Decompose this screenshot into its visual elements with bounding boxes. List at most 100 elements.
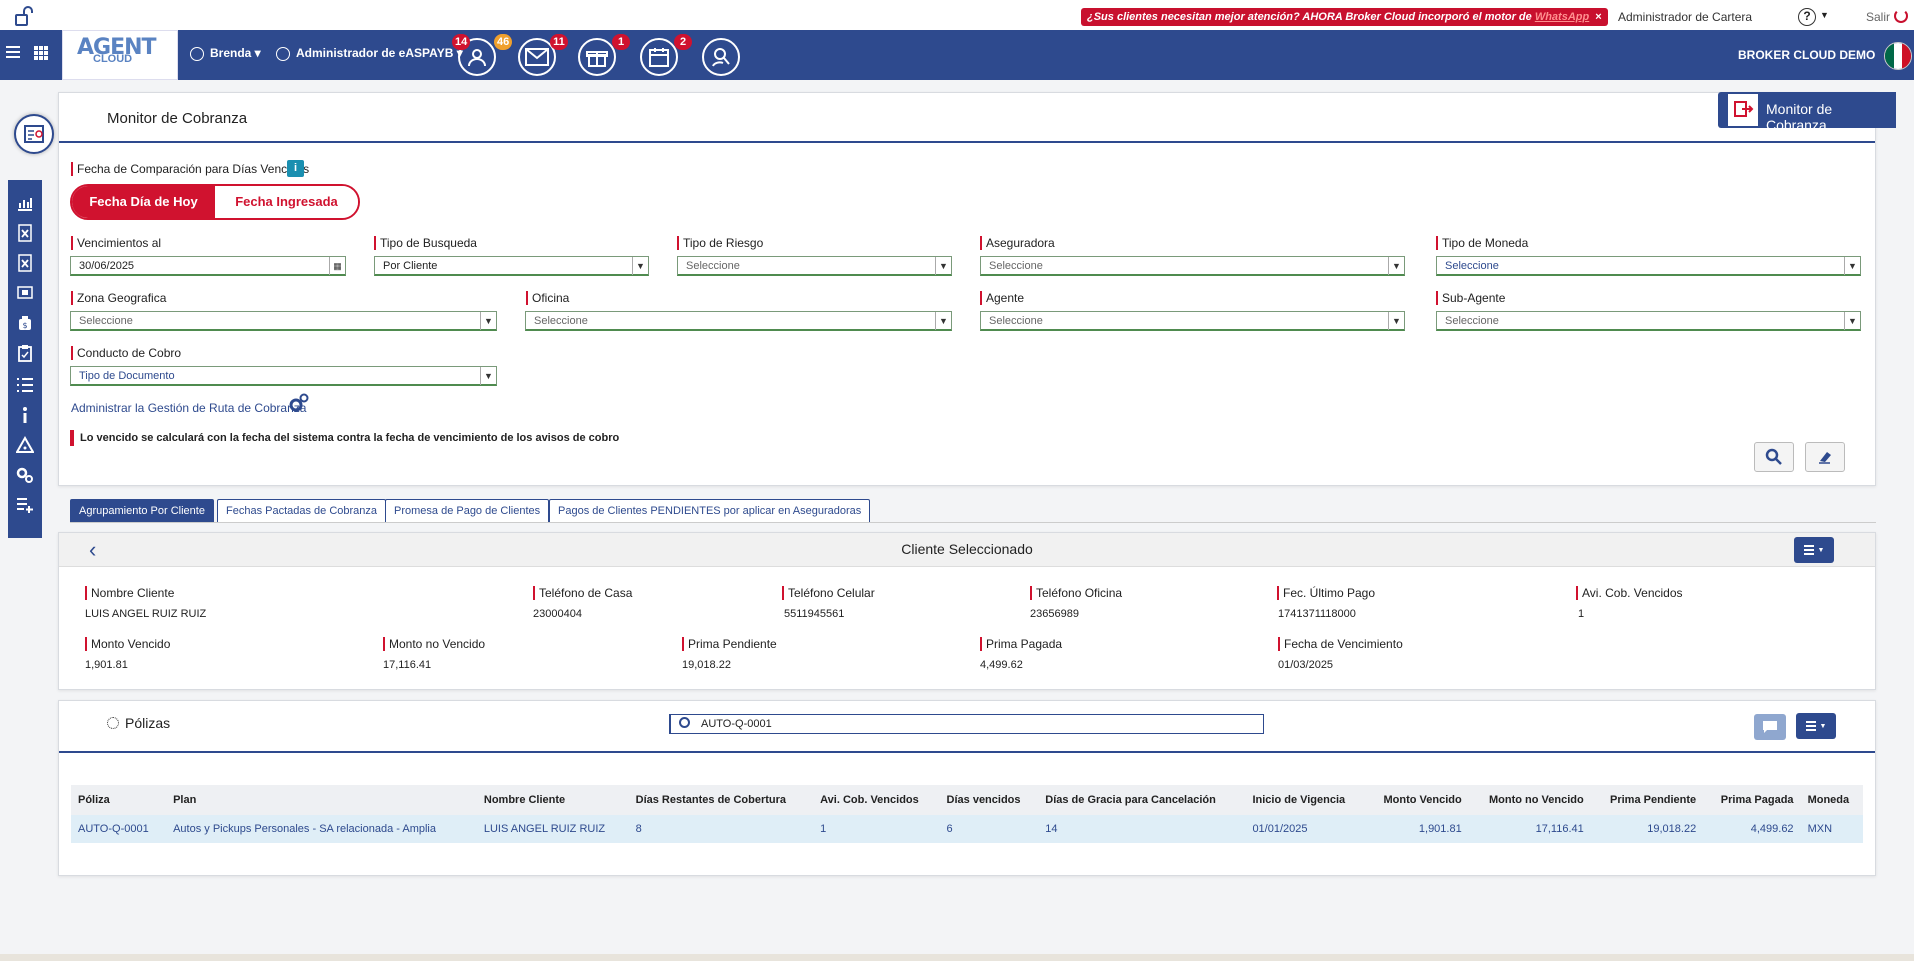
date-mode-toggle[interactable]: Fecha Día de Hoy Fecha Ingresada: [70, 184, 360, 220]
calendar-icon: [649, 48, 669, 67]
add-list-icon[interactable]: [16, 496, 34, 514]
search-icon: [679, 717, 690, 728]
col-paid-premium[interactable]: Prima Pagada: [1703, 785, 1801, 815]
selected-client-panel: ‹ Cliente Seleccionado ▼: [58, 532, 1876, 690]
tabs-divider: [70, 522, 1876, 523]
col-policy[interactable]: Póliza: [71, 785, 167, 815]
excel-icon[interactable]: [16, 224, 34, 242]
unlock-icon[interactable]: [14, 6, 36, 26]
chat-button[interactable]: [1754, 714, 1786, 740]
money-bag-icon[interactable]: $: [16, 314, 34, 332]
client-options-button[interactable]: ▼: [1794, 537, 1834, 563]
monitor-tab[interactable]: Monitor de Cobranza: [1718, 92, 1896, 133]
excel-export-icon[interactable]: [16, 254, 34, 272]
col-pending-premium[interactable]: Prima Pendiente: [1590, 785, 1704, 815]
apps-grid-icon[interactable]: [34, 46, 48, 60]
cell-phone-value: 5511945561: [784, 608, 845, 620]
chevron-down-icon: ▼: [1844, 312, 1860, 330]
table-header-row: Póliza Plan Nombre Cliente Días Restante…: [71, 785, 1863, 815]
chevron-down-icon: ▼: [1844, 257, 1860, 275]
mexico-flag-icon[interactable]: [1884, 42, 1912, 70]
help-caret-icon[interactable]: ▼: [1820, 10, 1829, 20]
hamburger-menu-icon[interactable]: [6, 46, 20, 60]
logo-sub-text: CLOUD: [93, 53, 133, 65]
office-select[interactable]: Seleccione ▼: [525, 311, 952, 331]
promo-close-icon[interactable]: ×: [1595, 11, 1601, 23]
tab-pending-payments[interactable]: Pagos de Clientes PENDIENTES por aplicar…: [549, 499, 871, 523]
risk-type-select[interactable]: Seleccione ▼: [677, 256, 952, 276]
cell-pending-premium: 19,018.22: [1590, 815, 1704, 843]
zone-label: Zona Geografica: [71, 291, 166, 305]
module-circle-icon[interactable]: [14, 114, 54, 154]
tab-agreed-dates[interactable]: Fechas Pactadas de Cobranza: [217, 499, 387, 523]
col-overdue-days[interactable]: Días vencidos: [939, 785, 1039, 815]
presentation-icon[interactable]: [16, 284, 34, 302]
table-row[interactable]: AUTO-Q-0001 Autos y Pickups Personales -…: [71, 815, 1863, 843]
info-icon[interactable]: i: [287, 160, 304, 177]
channel-select[interactable]: Tipo de Documento ▼: [70, 366, 497, 386]
logout-icon[interactable]: [1894, 9, 1908, 23]
office-phone-value: 23656989: [1030, 608, 1079, 620]
promo-text: ¿Sus clientes necesitan mejor atención? …: [1087, 11, 1535, 23]
agent-select[interactable]: Seleccione ▼: [980, 311, 1405, 331]
policy-search-input[interactable]: AUTO-Q-0001: [669, 714, 1264, 734]
user-menu[interactable]: Brenda ▾: [190, 46, 261, 61]
subagent-select[interactable]: Seleccione ▼: [1436, 311, 1861, 331]
today-date-button[interactable]: Fecha Día de Hoy: [72, 186, 215, 218]
col-client-name[interactable]: Nombre Cliente: [476, 785, 629, 815]
search-button[interactable]: [1754, 442, 1794, 472]
role-link[interactable]: Administrador de Cartera: [1618, 10, 1752, 24]
not-overdue-label: Monto no Vencido: [383, 637, 485, 651]
calendar-picker-icon[interactable]: ▦: [329, 257, 345, 275]
gears-icon[interactable]: [16, 466, 34, 484]
profile-menu[interactable]: Administrador de eASPAYB ▾: [276, 46, 463, 61]
page-title: Monitor de Cobranza: [107, 110, 248, 127]
route-gears-icon[interactable]: [288, 392, 310, 414]
help-icon[interactable]: ?: [1798, 8, 1816, 26]
col-overdue-notices[interactable]: Avi. Cob. Vencidos: [813, 785, 940, 815]
list-icon[interactable]: [16, 376, 34, 394]
col-grace-days[interactable]: Días de Gracia para Cancelación: [1038, 785, 1246, 815]
gifts-button[interactable]: 1: [578, 34, 630, 76]
gifts-badge: 1: [612, 34, 630, 50]
clear-button[interactable]: [1805, 442, 1845, 472]
insurer-select[interactable]: Seleccione ▼: [980, 256, 1405, 276]
info-icon[interactable]: [16, 406, 34, 424]
logout-link[interactable]: Salir: [1866, 10, 1890, 24]
cell-policy[interactable]: AUTO-Q-0001: [71, 815, 167, 843]
calendar-button[interactable]: 2: [640, 34, 692, 76]
gift-icon: [586, 51, 608, 67]
zone-select[interactable]: Seleccione ▼: [70, 311, 497, 331]
chart-icon[interactable]: [16, 194, 34, 212]
policies-options-button[interactable]: ▼: [1796, 713, 1836, 739]
cell-grace-days: 14: [1038, 815, 1246, 843]
col-remaining-days[interactable]: Días Restantes de Cobertura: [628, 785, 814, 815]
currency-select[interactable]: Seleccione ▼: [1436, 256, 1861, 276]
col-overdue-amount[interactable]: Monto Vencido: [1365, 785, 1469, 815]
bottom-taskbar-strip: [0, 954, 1914, 961]
col-not-overdue[interactable]: Monto no Vencido: [1468, 785, 1591, 815]
clipboard-icon[interactable]: [16, 344, 34, 362]
user-search-button[interactable]: [702, 38, 740, 76]
whatsapp-promo-banner[interactable]: ¿Sus clientes necesitan mejor atención? …: [1081, 8, 1608, 26]
tab-client-grouping[interactable]: Agrupamiento Por Cliente: [70, 499, 214, 523]
warning-icon[interactable]: [16, 436, 34, 454]
agent-cloud-logo[interactable]: AGENT CLOUD: [62, 30, 178, 80]
entered-date-button[interactable]: Fecha Ingresada: [215, 186, 358, 218]
paid-premium-label: Prima Pagada: [980, 637, 1062, 651]
spinner-icon: [107, 717, 119, 729]
search-type-select[interactable]: Por Cliente ▼: [374, 256, 649, 276]
currency-value: Seleccione: [1445, 260, 1499, 272]
due-date-input[interactable]: 30/06/2025 ▦: [70, 256, 346, 276]
col-plan[interactable]: Plan: [166, 785, 477, 815]
clients-alt-badge: 46: [494, 34, 513, 50]
not-overdue-value: 17,116.41: [383, 659, 432, 671]
clients-button[interactable]: 14 46: [452, 34, 513, 76]
col-start-date[interactable]: Inicio de Vigencia: [1245, 785, 1366, 815]
messages-button[interactable]: 11: [518, 34, 568, 76]
route-management-link[interactable]: Administrar la Gestión de Ruta de Cobran…: [71, 401, 306, 415]
cell-overdue-notices: 1: [813, 815, 940, 843]
promo-whatsapp-link[interactable]: WhatsApp: [1535, 11, 1589, 23]
tab-payment-promise[interactable]: Promesa de Pago de Clientes: [385, 499, 550, 523]
col-currency[interactable]: Moneda: [1800, 785, 1863, 815]
